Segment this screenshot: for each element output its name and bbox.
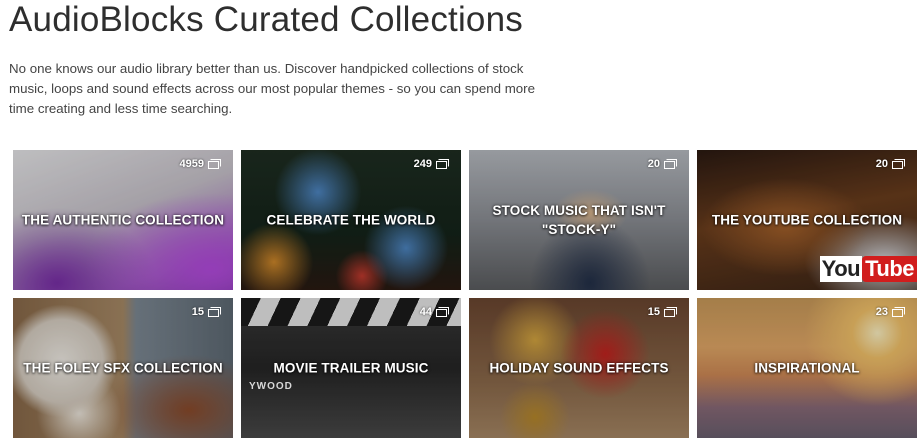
collection-title: HOLIDAY SOUND EFFECTS bbox=[489, 360, 669, 376]
collection-card-inspirational[interactable]: 23 INSPIRATIONAL bbox=[697, 298, 917, 438]
item-count-value: 44 bbox=[419, 306, 432, 318]
page-title: AudioBlocks Curated Collections bbox=[9, 0, 523, 39]
collection-card-stock-music[interactable]: 20 STOCK MUSIC THAT ISN'T "STOCK-Y" bbox=[469, 150, 689, 290]
item-count-value: 249 bbox=[413, 158, 432, 170]
stack-icon bbox=[892, 159, 905, 169]
collection-title: THE YOUTUBE COLLECTION bbox=[711, 212, 903, 228]
collection-card-holiday-sfx[interactable]: 15 HOLIDAY SOUND EFFECTS bbox=[469, 298, 689, 438]
collection-title: THE FOLEY SFX COLLECTION bbox=[23, 360, 223, 376]
intro-text: No one knows our audio library better th… bbox=[9, 61, 535, 116]
item-count-value: 4959 bbox=[179, 158, 204, 170]
collection-title: INSPIRATIONAL bbox=[754, 360, 860, 376]
item-count: 44 bbox=[420, 306, 449, 318]
item-count: 23 bbox=[876, 306, 905, 318]
collection-title: THE AUTHENTIC COLLECTION bbox=[21, 212, 225, 228]
stack-icon bbox=[436, 307, 449, 317]
collection-title: CELEBRATE THE WORLD bbox=[266, 212, 436, 228]
collection-card-celebrate-the-world[interactable]: 249 CELEBRATE THE WORLD bbox=[241, 150, 461, 290]
collection-card-authentic[interactable]: 4959 THE AUTHENTIC COLLECTION bbox=[13, 150, 233, 290]
collection-card-foley-sfx[interactable]: 15 THE FOLEY SFX COLLECTION bbox=[13, 298, 233, 438]
item-count-value: 20 bbox=[647, 158, 660, 170]
item-count: 15 bbox=[648, 306, 677, 318]
collection-card-movie-trailer[interactable]: YWOOD 44 MOVIE TRAILER MUSIC bbox=[241, 298, 461, 438]
clapperboard-text: YWOOD bbox=[249, 381, 293, 392]
item-count: 249 bbox=[414, 158, 449, 170]
item-count: 20 bbox=[648, 158, 677, 170]
item-count: 15 bbox=[192, 306, 221, 318]
collection-card-youtube[interactable]: You Tube 20 THE YOUTUBE COLLECTION bbox=[697, 150, 917, 290]
item-count: 4959 bbox=[180, 158, 221, 170]
item-count-value: 15 bbox=[191, 306, 204, 318]
stack-icon bbox=[892, 307, 905, 317]
item-count-value: 23 bbox=[875, 306, 888, 318]
item-count-value: 20 bbox=[875, 158, 888, 170]
item-count-value: 15 bbox=[647, 306, 660, 318]
item-count: 20 bbox=[876, 158, 905, 170]
collection-title: MOVIE TRAILER MUSIC bbox=[273, 360, 429, 376]
stack-icon bbox=[664, 159, 677, 169]
stack-icon bbox=[208, 159, 221, 169]
collection-title: STOCK MUSIC THAT ISN'T "STOCK-Y" bbox=[492, 203, 666, 237]
stack-icon bbox=[436, 159, 449, 169]
collections-grid: 4959 THE AUTHENTIC COLLECTION 249 CELEBR… bbox=[13, 150, 918, 440]
stack-icon bbox=[208, 307, 221, 317]
stack-icon bbox=[664, 307, 677, 317]
youtube-logo: You Tube bbox=[819, 256, 917, 282]
